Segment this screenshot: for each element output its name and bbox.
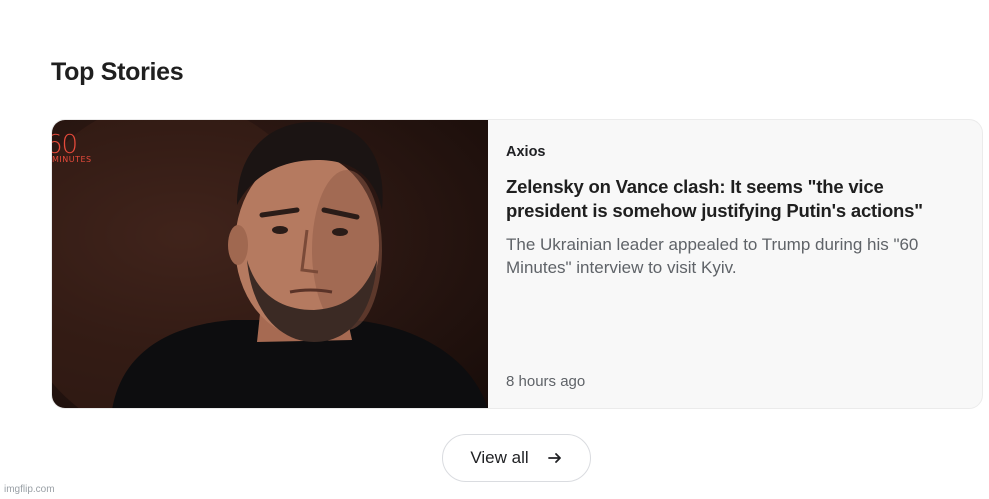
- story-card[interactable]: 60 MINUTES Axios Zelensky on Vance clash…: [51, 119, 983, 409]
- story-summary: The Ukrainian leader appealed to Trump d…: [506, 235, 919, 277]
- sixty-minutes-logo: 60 MINUTES: [52, 130, 92, 164]
- story-source: Axios: [506, 144, 546, 160]
- imgflip-watermark: imgflip.com: [4, 484, 55, 495]
- story-timestamp: 8 hours ago: [506, 373, 586, 390]
- page: Top Stories 0 MINUTES Axios Zelensky on …: [0, 0, 989, 499]
- section-title: Top Stories: [51, 58, 184, 86]
- arrow-right-icon: [547, 453, 561, 463]
- story-thumbnail[interactable]: 60 MINUTES: [52, 120, 488, 408]
- story-body: Axios Zelensky on Vance clash: It seems …: [488, 120, 982, 408]
- portrait-illustration: [52, 120, 488, 408]
- view-all-button[interactable]: View all: [442, 434, 591, 482]
- story-headline[interactable]: Zelensky on Vance clash: It seems "the v…: [506, 175, 962, 223]
- view-all-label: View all: [470, 448, 529, 467]
